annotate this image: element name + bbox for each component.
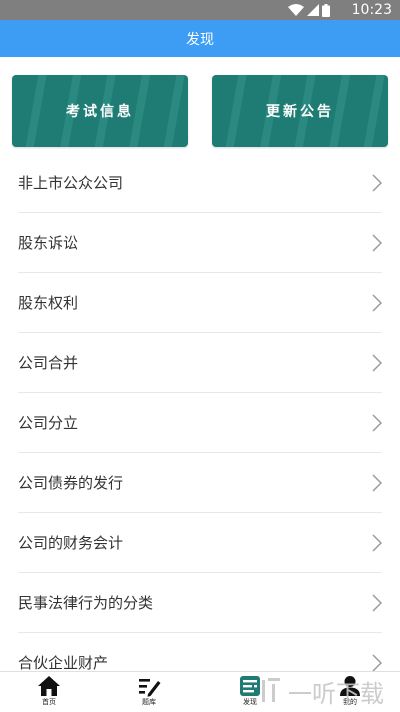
update-notice-label: 更新公告: [266, 104, 334, 120]
status-bar: 10:23: [0, 0, 400, 20]
list-item[interactable]: 民事法律行为的分类: [18, 573, 382, 633]
chevron-right-icon: [372, 473, 382, 492]
exam-info-card[interactable]: 考试信息: [12, 75, 188, 147]
chevron-right-icon: [372, 593, 382, 612]
list-item-label: 股东诉讼: [18, 234, 79, 252]
chevron-right-icon: [372, 173, 382, 192]
tab-question-bank-label: 题库: [142, 698, 156, 706]
topic-list: 非上市公众公司 股东诉讼 股东权利 公司合并 公司分立 公司债券的发行 公司的财…: [18, 153, 382, 693]
status-icons: [288, 3, 330, 17]
signal-icon: [307, 4, 319, 16]
tab-home[interactable]: 首页: [24, 672, 74, 712]
list-item[interactable]: 公司债券的发行: [18, 453, 382, 513]
chevron-right-icon: [372, 413, 382, 432]
list-item[interactable]: 公司的财务会计: [18, 513, 382, 573]
chevron-right-icon: [372, 533, 382, 552]
list-item-label: 公司分立: [18, 414, 79, 432]
list-item[interactable]: 公司合并: [18, 333, 382, 393]
list-item-label: 非上市公众公司: [18, 174, 124, 192]
feature-cards: 考试信息 更新公告: [12, 75, 388, 147]
list-item[interactable]: 非上市公众公司: [18, 153, 382, 213]
list-item-label: 民事法律行为的分类: [18, 594, 154, 612]
update-notice-card[interactable]: 更新公告: [212, 75, 388, 147]
list-item-label: 公司合并: [18, 354, 79, 372]
tab-question-bank[interactable]: 题库: [124, 672, 174, 712]
chevron-right-icon: [372, 653, 382, 672]
list-item-label: 公司债券的发行: [18, 474, 124, 492]
watermark-logo-icon: [262, 678, 280, 702]
battery-icon: [322, 3, 330, 17]
tab-home-label: 首页: [42, 698, 56, 706]
list-item[interactable]: 公司分立: [18, 393, 382, 453]
list-item[interactable]: 股东权利: [18, 273, 382, 333]
discover-icon: [240, 676, 260, 696]
watermark-text: 一听下载: [288, 679, 384, 708]
wifi-icon: [288, 4, 304, 16]
exam-info-label: 考试信息: [66, 104, 134, 120]
chevron-right-icon: [372, 233, 382, 252]
watermark: 一听下载: [260, 674, 384, 708]
list-item[interactable]: 股东诉讼: [18, 213, 382, 273]
chevron-right-icon: [372, 293, 382, 312]
status-time: 10:23: [351, 2, 392, 18]
list-item-label: 公司的财务会计: [18, 534, 124, 552]
edit-icon: [139, 679, 161, 697]
tab-discover-label: 发现: [243, 698, 257, 706]
title-bar: 发现: [0, 20, 400, 57]
chevron-right-icon: [372, 353, 382, 372]
list-item-label: 合伙企业财产: [18, 654, 109, 672]
list-item-label: 股东权利: [18, 294, 79, 312]
home-icon: [38, 676, 60, 696]
page-title: 发现: [186, 31, 214, 48]
